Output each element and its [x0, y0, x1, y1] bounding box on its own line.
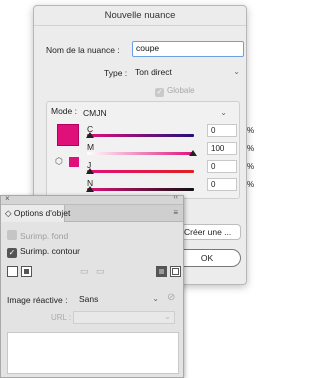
channel-slider-track[interactable]	[87, 152, 194, 155]
reactive-image-value: Sans	[79, 294, 99, 304]
color-type-select[interactable]: Ton direct ⌄	[132, 64, 244, 80]
stroke-mode-icon[interactable]	[170, 266, 181, 277]
stroke-mode-icon-inner	[172, 268, 179, 275]
channel-value-input[interactable]: 0	[207, 178, 237, 191]
channel-c-row: C 0 %	[86, 124, 254, 140]
chevron-down-icon: ⌄	[233, 67, 240, 76]
channel-slider-track[interactable]	[87, 134, 194, 137]
blend-icon-b[interactable]: ▭	[96, 266, 109, 277]
checkbox-icon	[7, 230, 17, 240]
checkbox-check-icon: ✓	[155, 88, 164, 97]
color-swatch-small	[69, 157, 79, 167]
reactive-image-select[interactable]: Sans ⌄	[77, 292, 161, 306]
swatch-name-label: Nom de la nuance :	[46, 45, 120, 55]
mode-value: CMJN	[83, 108, 107, 118]
channel-slider-thumb[interactable]	[86, 186, 94, 192]
overprint-stroke-label: Surimp. contour	[20, 246, 80, 256]
collapse-icon[interactable]: ‹‹	[173, 194, 178, 201]
channel-unit: %	[247, 144, 255, 153]
checkbox-check-icon: ✓	[7, 248, 17, 258]
channel-slider-thumb[interactable]	[86, 168, 94, 174]
chevron-down-icon: ⌄	[220, 108, 227, 117]
panel-title-bar[interactable]: × ‹‹	[1, 194, 183, 205]
knockout-icon-inner	[24, 269, 29, 274]
channel-m-row: M 100 %	[87, 142, 254, 158]
global-label: Globale	[167, 86, 195, 95]
dialog-title: Nouvelle nuance	[34, 6, 246, 26]
description-textarea[interactable]	[7, 332, 179, 374]
channel-slider-thumb[interactable]	[189, 150, 197, 156]
color-type-label: Type :	[104, 68, 128, 78]
link-icon[interactable]: ⊘	[167, 292, 175, 303]
channel-value-input[interactable]: 0	[207, 160, 237, 173]
gamut-cube-icon[interactable]: ⬡	[55, 156, 66, 167]
channel-label: M	[87, 142, 95, 152]
url-row: URL : ⌄	[51, 311, 176, 324]
url-label: URL :	[51, 313, 72, 322]
tab-object-options[interactable]: ◇ Options d'objet	[1, 205, 70, 222]
object-options-panel: × ‹‹ ◇ Options d'objet ≡ Surimp. fond ✓ S…	[0, 194, 184, 378]
close-icon[interactable]: ×	[5, 194, 10, 203]
chevron-down-icon: ⌄	[152, 294, 159, 303]
channel-n-row: N 0 %	[86, 178, 254, 194]
overprint-stroke-checkbox[interactable]: ✓ Surimp. contour	[7, 246, 80, 258]
color-swatch-preview	[57, 124, 79, 146]
channel-unit: %	[247, 126, 255, 135]
fill-mode-icon-inner	[159, 269, 164, 274]
color-type-value: Ton direct	[135, 67, 172, 77]
knockout-icon[interactable]	[21, 266, 32, 277]
channel-unit: %	[247, 162, 255, 171]
panel-menu-icon[interactable]: ≡	[173, 209, 178, 217]
chevron-down-icon: ⌄	[164, 312, 171, 321]
channel-slider-thumb[interactable]	[86, 132, 94, 138]
channel-j-row: J 0 %	[86, 160, 254, 176]
panel-tab-bar: ◇ Options d'objet ≡	[1, 205, 183, 222]
channel-slider-track[interactable]	[87, 188, 194, 191]
blend-icon-a[interactable]: ▭	[80, 266, 93, 277]
swatch-name-input[interactable]: coupe	[132, 41, 244, 57]
mode-label: Mode :	[51, 106, 77, 116]
channel-slider-track[interactable]	[87, 170, 194, 173]
nonprinting-icon[interactable]	[7, 266, 18, 277]
overprint-fill-label: Surimp. fond	[20, 231, 69, 241]
color-mode-panel: Mode : CMJN ⌄ ⬡ C 0 % M 100 % J 0 % N 0 …	[46, 101, 254, 199]
fill-mode-icon[interactable]	[156, 266, 167, 277]
reactive-image-label: Image réactive :	[7, 295, 68, 305]
url-field[interactable]: ⌄	[73, 311, 175, 324]
channel-unit: %	[247, 180, 255, 189]
overprint-fill-checkbox[interactable]: Surimp. fond	[7, 230, 68, 241]
channel-value-input[interactable]: 0	[207, 124, 237, 137]
channel-value-input[interactable]: 100	[207, 142, 237, 155]
mode-row: Mode : CMJN ⌄	[51, 106, 235, 118]
global-checkbox[interactable]: ✓ Globale	[155, 86, 195, 97]
mode-select[interactable]: CMJN ⌄	[81, 106, 231, 120]
